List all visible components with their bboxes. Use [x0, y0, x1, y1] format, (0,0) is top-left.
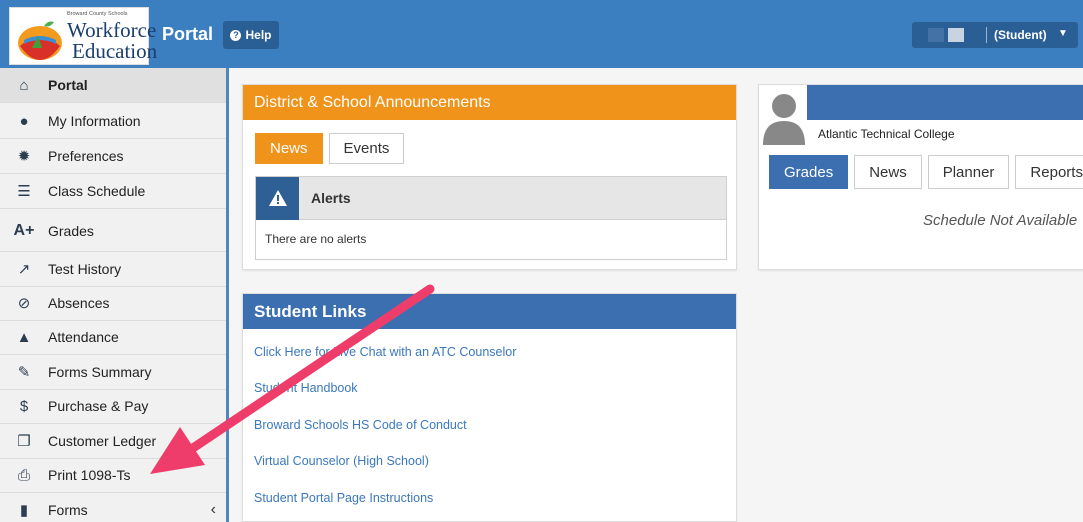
- avatar-placeholder-icon: [763, 94, 805, 145]
- top-navbar: Broward County Schools Workforce Educati…: [0, 0, 1083, 68]
- file-icon: ▮: [19, 502, 29, 519]
- sidebar-item-absences[interactable]: ⊘ Absences: [0, 286, 226, 321]
- alerts-body: There are no alerts: [265, 232, 367, 246]
- student-links-panel: Student Links Click Here for Live Chat w…: [242, 293, 737, 522]
- portal-title[interactable]: Portal: [162, 24, 213, 45]
- sidebar-item-grades[interactable]: A+ Grades: [0, 211, 226, 252]
- sidebar-item-label: Test History: [48, 261, 122, 277]
- edit-icon: ✎: [17, 364, 31, 381]
- sidebar-item-label: Preferences: [48, 148, 124, 164]
- sidebar-item-label: Print 1098-Ts: [48, 467, 131, 483]
- dollar-icon: $: [19, 397, 29, 415]
- bell-icon: ▲: [16, 328, 32, 346]
- sidebar-item-label: Class Schedule: [48, 183, 146, 199]
- logo-education-text: Education: [72, 39, 158, 63]
- grades-icon: A+: [13, 222, 35, 239]
- sidebar-item-label: Grades: [48, 223, 94, 239]
- profile-name-bar: [807, 85, 1083, 120]
- divider: [986, 27, 987, 43]
- link-portal-instructions[interactable]: Student Portal Page Instructions: [254, 491, 433, 505]
- question-circle-icon: ?: [230, 29, 242, 41]
- sidebar-item-label: My Information: [48, 113, 141, 129]
- tab-planner[interactable]: Planner: [927, 155, 1010, 189]
- schedule-status: Schedule Not Available: [923, 212, 1078, 229]
- sidebar-item-label: Forms: [48, 502, 88, 518]
- link-live-chat[interactable]: Click Here for Live Chat with an ATC Cou…: [254, 345, 516, 359]
- student-links-title: Student Links: [243, 294, 736, 329]
- caret-down-icon: ▼: [1058, 28, 1068, 39]
- sidebar-item-print-1098-ts[interactable]: ⎙ Print 1098-Ts: [0, 458, 226, 493]
- user-photo-redacted: [948, 28, 964, 42]
- logo-district-name: Broward County Schools: [67, 11, 128, 17]
- list-icon: ☰: [17, 183, 31, 200]
- tab-events[interactable]: Events: [328, 133, 405, 164]
- tab-grades[interactable]: Grades: [769, 155, 849, 189]
- college-name: Atlantic Technical College: [818, 127, 955, 141]
- sidebar-item-label: Purchase & Pay: [48, 398, 149, 414]
- warning-icon: [256, 176, 299, 220]
- announcements-title: District & School Announcements: [243, 85, 736, 120]
- profile-tabs: Grades News Planner Reports: [769, 155, 1083, 189]
- sidebar-item-attendance[interactable]: ▲ Attendance: [0, 320, 226, 355]
- workforce-education-logo[interactable]: Broward County Schools Workforce Educati…: [9, 7, 157, 65]
- link-student-handbook[interactable]: Student Handbook: [254, 381, 358, 395]
- announcements-panel: District & School Announcements News Eve…: [242, 84, 737, 270]
- sidebar-item-label: Absences: [48, 295, 110, 311]
- sidebar-item-label: Customer Ledger: [48, 433, 157, 449]
- ban-icon: ⊘: [17, 295, 31, 312]
- sidebar-item-class-schedule[interactable]: ☰ Class Schedule: [0, 174, 226, 209]
- sidebar-item-purchase-pay[interactable]: $ Purchase & Pay: [0, 389, 226, 424]
- user-icon: ●: [19, 112, 29, 130]
- apple-logo-icon: [18, 21, 62, 60]
- sidebar-item-my-information[interactable]: ● My Information: [0, 104, 226, 139]
- alerts-box: Alerts There are no alerts: [255, 176, 727, 260]
- user-role: (Student): [994, 28, 1047, 42]
- copy-icon: ❐: [17, 433, 31, 450]
- tab-news-profile[interactable]: News: [854, 155, 922, 189]
- sidebar-item-forms-summary[interactable]: ✎ Forms Summary: [0, 355, 226, 390]
- link-virtual-counselor[interactable]: Virtual Counselor (High School): [254, 454, 429, 468]
- student-profile-panel: Atlantic Technical College Grades News P…: [758, 84, 1083, 270]
- sidebar-item-portal[interactable]: ⌂ Portal: [0, 68, 226, 103]
- alerts-header: Alerts: [256, 176, 726, 220]
- announcement-tabs: News Events: [255, 133, 405, 164]
- user-name-redacted: [928, 28, 944, 42]
- sidebar-item-customer-ledger[interactable]: ❐ Customer Ledger: [0, 424, 226, 459]
- sidebar-item-label: Portal: [48, 77, 88, 93]
- help-label: Help: [245, 28, 272, 42]
- sidebar-item-test-history[interactable]: ↗ Test History: [0, 252, 226, 287]
- tab-reports[interactable]: Reports: [1015, 155, 1083, 189]
- home-icon: ⌂: [19, 76, 29, 94]
- sidebar-item-label: Attendance: [48, 329, 119, 345]
- sidebar-item-label: Forms Summary: [48, 364, 152, 380]
- gear-icon: ✹: [17, 148, 31, 165]
- logo-workforce-text: Workforce: [67, 18, 157, 42]
- chevron-left-icon[interactable]: ‹: [211, 501, 216, 519]
- chart-line-icon: ↗: [17, 261, 31, 278]
- help-button[interactable]: ? Help: [223, 21, 279, 49]
- print-icon: ⎙: [17, 466, 30, 484]
- sidebar-item-preferences[interactable]: ✹ Preferences: [0, 139, 226, 174]
- tab-news[interactable]: News: [255, 133, 323, 164]
- sidebar-nav: ⌂ Portal ● My Information ✹ Preferences ☰ Class…: [0, 68, 229, 522]
- alerts-title: Alerts: [311, 190, 351, 206]
- sidebar-item-forms[interactable]: ▮ Forms ‹: [0, 493, 226, 522]
- link-code-of-conduct[interactable]: Broward Schools HS Code of Conduct: [254, 418, 467, 432]
- user-menu-button[interactable]: (Student) ▼: [912, 22, 1078, 48]
